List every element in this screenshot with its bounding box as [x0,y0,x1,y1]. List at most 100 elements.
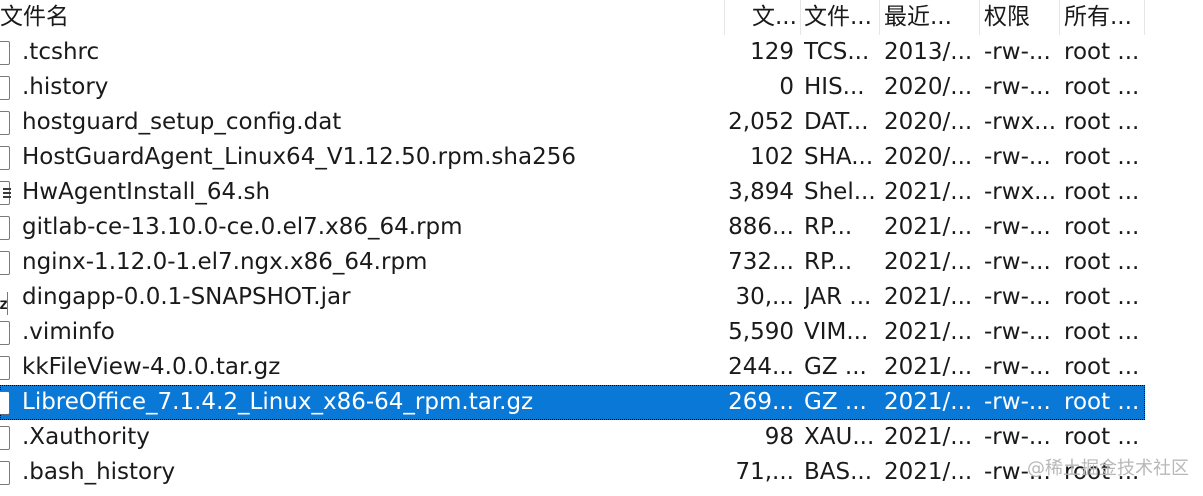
column-header-modified[interactable]: 最近... [884,0,979,35]
file-modified: 2021/... [884,459,973,485]
file-row[interactable]: nginx-1.12.0-1.el7.ngx.x86_64.rpm 732... R… [0,245,1145,280]
file-owner: root ... [1064,389,1140,415]
file-permissions: -rw-... [984,144,1051,170]
file-modified: 2021/... [884,214,973,240]
column-divider[interactable] [1144,0,1145,35]
file-row[interactable]: HwAgentInstall_64.sh 3,894 Shel... 2021/...… [0,175,1145,210]
column-header-type[interactable]: 文件... [804,0,878,35]
file-name: .viminfo [22,319,115,345]
file-name-cell: .bash_history [0,455,724,490]
file-size: 5,590 [728,319,794,345]
archive-icon-label: Gz [0,292,8,315]
file-owner: root ... [1064,319,1140,345]
file-owner: root ... [1064,214,1140,240]
file-icon [0,426,10,450]
file-size: 102 [750,144,794,170]
file-modified: 2021/... [884,179,973,205]
file-modified: 2021/... [884,249,973,275]
file-size: 886... [728,214,794,240]
column-divider[interactable] [800,0,801,35]
column-header-permissions[interactable]: 权限 [984,0,1058,35]
file-owner: root ... [1064,39,1140,65]
file-row[interactable]: .bash_history 71,... BAS... 2021/... -rw-...… [0,455,1145,490]
file-type: RP... [804,249,853,275]
file-name-cell: HostGuardAgent_Linux64_V1.12.50.rpm.sha2… [0,140,724,175]
file-size: 3,894 [728,179,794,205]
file-row[interactable]: .history 0 HIS... 2020/... -rw-... root ... [0,70,1145,105]
file-permissions: -rw-... [984,249,1051,275]
file-icon [0,356,10,380]
file-row[interactable]: hostguard_setup_config.dat 2,052 DAT... 202… [0,105,1145,140]
file-row[interactable]: gitlab-ce-13.10.0-ce.0.el7.x86_64.rpm 886… [0,210,1145,245]
file-name: hostguard_setup_config.dat [22,109,342,135]
file-row[interactable]: .tcshrc 129 TCS... 2013/... -rw-... root ... [0,35,1145,70]
file-owner: root ... [1064,179,1140,205]
file-name-cell: HwAgentInstall_64.sh [0,175,724,210]
watermark: @稀土掘金技术社区 [1027,458,1189,479]
file-name-cell: .tcshrc [0,35,724,70]
file-icon [0,461,10,485]
file-type: RP... [804,214,853,240]
file-name-cell: .Xauthority [0,420,724,455]
file-name: gitlab-ce-13.10.0-ce.0.el7.x86_64.rpm [22,214,463,240]
file-name-cell: gitlab-ce-13.10.0-ce.0.el7.x86_64.rpm [0,210,724,245]
file-name-cell: Gz dingapp-0.0.1-SNAPSHOT.jar [0,280,724,315]
file-type: BAS... [804,459,873,485]
file-icon [0,146,10,170]
file-modified: 2020/... [884,109,973,135]
file-row[interactable]: LibreOffice_7.1.4.2_Linux_x86-64_rpm.tar… [0,385,1145,420]
file-owner: root ... [1064,284,1140,310]
file-name: .Xauthority [22,424,150,450]
file-type: VIM... [804,319,869,345]
file-size: 732... [728,249,794,275]
file-row[interactable]: Gz dingapp-0.0.1-SNAPSHOT.jar 30,... JAR ..… [0,280,1145,315]
file-name: .history [22,74,109,100]
column-header-name[interactable]: 文件名 [0,0,724,35]
file-modified: 2021/... [884,319,973,345]
file-name: HostGuardAgent_Linux64_V1.12.50.rpm.sha2… [22,144,576,170]
file-permissions: -rwx... [984,179,1057,205]
file-size: 98 [764,424,794,450]
file-row[interactable]: HostGuardAgent_Linux64_V1.12.50.rpm.sha2… [0,140,1145,175]
column-header-owner[interactable]: 所有... [1064,0,1144,35]
file-row[interactable]: kkFileView-4.0.0.tar.gz 244... GZ ... 2021/… [0,350,1145,385]
file-row[interactable]: .viminfo 5,590 VIM... 2021/... -rw-... root .… [0,315,1145,350]
file-icon [0,391,10,415]
file-size: 129 [750,39,794,65]
file-owner: root ... [1064,354,1140,380]
column-divider[interactable] [879,0,880,35]
file-modified: 2020/... [884,74,973,100]
file-name: nginx-1.12.0-1.el7.ngx.x86_64.rpm [22,249,428,275]
file-type: JAR ... [804,284,872,310]
file-permissions: -rw-... [984,284,1051,310]
file-name: .tcshrc [22,39,100,65]
file-owner: root ... [1064,249,1140,275]
file-owner: root ... [1064,424,1140,450]
file-modified: 2020/... [884,144,973,170]
file-type: DAT... [804,109,869,135]
file-permissions: -rw-... [984,39,1051,65]
file-name-cell: .viminfo [0,315,724,350]
file-type: TCS... [804,39,870,65]
file-size: 30,... [735,284,794,310]
file-name: LibreOffice_7.1.4.2_Linux_x86-64_rpm.tar… [22,389,534,415]
file-icon [0,41,10,65]
file-icon [0,76,10,100]
column-header-size[interactable]: 文... [724,0,798,35]
file-name: kkFileView-4.0.0.tar.gz [22,354,281,380]
file-icon [0,251,10,275]
column-divider[interactable] [1059,0,1060,35]
file-size: 71,... [735,459,794,485]
column-header-row: 文件名 文... 文件... 最近... 权限 所有... [0,0,1145,35]
file-modified: 2021/... [884,424,973,450]
file-type: XAU... [804,424,875,450]
file-name: .bash_history [22,459,176,485]
file-modified: 2021/... [884,354,973,380]
column-divider[interactable] [979,0,980,35]
file-owner: root ... [1064,74,1140,100]
file-row[interactable]: .Xauthority 98 XAU... 2021/... -rw-... root .… [0,420,1145,455]
file-name-cell: .history [0,70,724,105]
file-type: Shel... [804,179,876,205]
file-icon [0,321,10,345]
file-owner: root ... [1064,109,1140,135]
